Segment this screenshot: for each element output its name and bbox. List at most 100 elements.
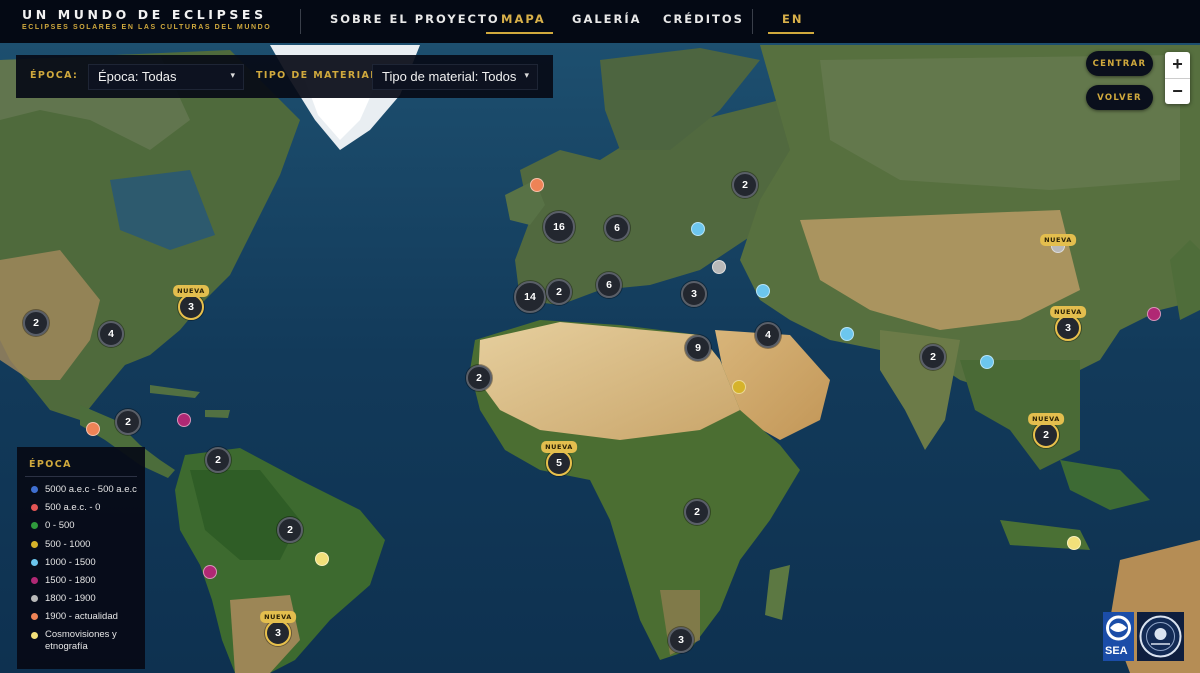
map-cluster-marker[interactable]: 2 [920,344,946,370]
back-button[interactable]: VOLVER [1086,85,1153,110]
seal-logo-mark [1139,615,1182,658]
legend-color-dot [31,504,38,512]
cluster-count: 4 [765,329,771,341]
map-cluster-marker[interactable]: 2 [546,279,572,305]
cluster-count: 6 [606,279,612,291]
legend-item-label: Cosmovisiones y etnografía [45,628,117,652]
map-cluster-marker[interactable]: 2 [277,517,303,543]
cluster-count: 16 [553,221,565,233]
map-point-marker[interactable] [756,284,770,298]
legend-color-dot [31,486,38,493]
legend-title: ÉPOCA [29,459,72,470]
top-navigation: UN MUNDO DE ECLIPSES ECLIPSES SOLARES EN… [0,0,1200,43]
map-point-marker[interactable] [840,327,854,341]
zoom-out-button[interactable]: − [1165,78,1190,104]
cluster-count: 2 [694,506,700,518]
map-cluster-marker[interactable]: 2 [466,365,492,391]
world-map[interactable] [0,43,1200,673]
map-cluster-marker[interactable]: 2 [732,172,758,198]
cluster-count: 2 [930,351,936,363]
map-point-marker[interactable] [1147,307,1161,321]
map-point-marker[interactable] [177,413,191,427]
legend-item: 500 - 1000 [29,538,145,556]
new-badge: NUEVA [173,285,209,297]
cluster-count: 14 [524,291,536,303]
map-cluster-marker[interactable]: 16 [543,211,575,243]
legend-item-label: 1000 - 1500 [45,556,96,568]
map-cluster-marker[interactable]: 5 [546,450,572,476]
legend-item: 5000 a.e.c - 500 a.e.c [29,483,145,501]
epoch-select-value: Época: Todas [98,69,177,84]
map-cluster-marker[interactable]: 3 [681,281,707,307]
language-toggle[interactable]: EN [782,12,803,26]
nav-map[interactable]: MAPA [501,12,546,26]
map-point-marker[interactable] [691,222,705,236]
nav-divider [300,9,301,34]
map-point-marker[interactable] [1067,536,1081,550]
legend-color-dot [31,540,38,548]
map-cluster-marker[interactable]: 4 [755,322,781,348]
map-cluster-marker[interactable]: 2 [115,409,141,435]
nav-credits[interactable]: CRÉDITOS [663,12,744,26]
map-point-marker[interactable] [203,565,217,579]
epoch-filter-label: ÉPOCA: [30,70,79,81]
cluster-count: 5 [556,457,562,469]
map-point-marker[interactable] [732,380,746,394]
site-brand[interactable]: UN MUNDO DE ECLIPSES ECLIPSES SOLARES EN… [22,7,271,31]
legend-item-label: 5000 a.e.c - 500 a.e.c [45,484,137,495]
legend-item-label: 1800 - 1900 [45,593,96,605]
new-badge: NUEVA [1040,234,1076,246]
map-cluster-marker[interactable]: 2 [205,447,231,473]
cluster-count: 2 [742,179,748,191]
cluster-count: 3 [691,288,697,300]
nav-divider [752,9,753,34]
map-cluster-marker[interactable]: 3 [178,294,204,320]
center-map-button[interactable]: CENTRAR [1086,51,1153,76]
legend-item: 1500 - 1800 [29,574,145,592]
zoom-control: + − [1165,52,1190,104]
map-point-marker[interactable] [315,552,329,566]
new-badge: NUEVA [260,611,296,623]
nav-gallery[interactable]: GALERÍA [572,12,642,26]
world-map-basemap [0,43,1200,673]
map-point-marker[interactable] [712,260,726,274]
site-subtitle: ECLIPSES SOLARES EN LAS CULTURAS DEL MUN… [22,24,272,31]
map-cluster-marker[interactable]: 6 [596,272,622,298]
legend-item-label: 500 a.e.c. - 0 [45,502,101,514]
sea-logo: SEA [1103,612,1134,661]
legend-item-label: 500 - 1000 [45,538,91,550]
map-cluster-marker[interactable]: 14 [514,281,546,313]
cluster-count: 4 [108,328,114,340]
sea-logo-mark [1106,615,1131,641]
map-point-marker[interactable] [530,178,544,192]
cluster-count: 2 [476,372,482,384]
map-point-marker[interactable] [86,422,100,436]
material-select[interactable]: Tipo de material: Todos ▾ [372,64,538,90]
nav-about[interactable]: SOBRE EL PROYECTO [330,12,500,26]
map-cluster-marker[interactable]: 2 [23,310,49,336]
cluster-count: 3 [275,627,281,639]
map-cluster-marker[interactable]: 3 [265,620,291,646]
map-cluster-marker[interactable]: 3 [668,627,694,653]
legend-item: 500 a.e.c. - 0 [29,501,145,519]
map-cluster-marker[interactable]: 4 [98,321,124,347]
map-point-marker[interactable] [980,355,994,369]
map-cluster-marker[interactable]: 3 [1055,315,1081,341]
sea-logo-text: SEA [1105,645,1128,657]
material-filter-label: TIPO DE MATERIAL: [256,70,383,81]
map-cluster-marker[interactable]: 6 [604,215,630,241]
cluster-count: 2 [125,416,131,428]
cluster-count: 2 [215,454,221,466]
cluster-count: 3 [1065,322,1071,334]
cluster-count: 2 [556,286,562,298]
legend-color-dot [31,576,38,584]
map-cluster-marker[interactable]: 2 [684,499,710,525]
zoom-in-button[interactable]: + [1165,52,1190,78]
map-cluster-marker[interactable]: 2 [1033,422,1059,448]
legend-color-dot [31,613,38,621]
chevron-down-icon: ▾ [230,70,235,80]
map-cluster-marker[interactable]: 9 [685,335,711,361]
epoch-select[interactable]: Época: Todas ▾ [88,64,244,90]
new-badge: NUEVA [541,441,577,453]
legend-color-dot [31,522,38,530]
